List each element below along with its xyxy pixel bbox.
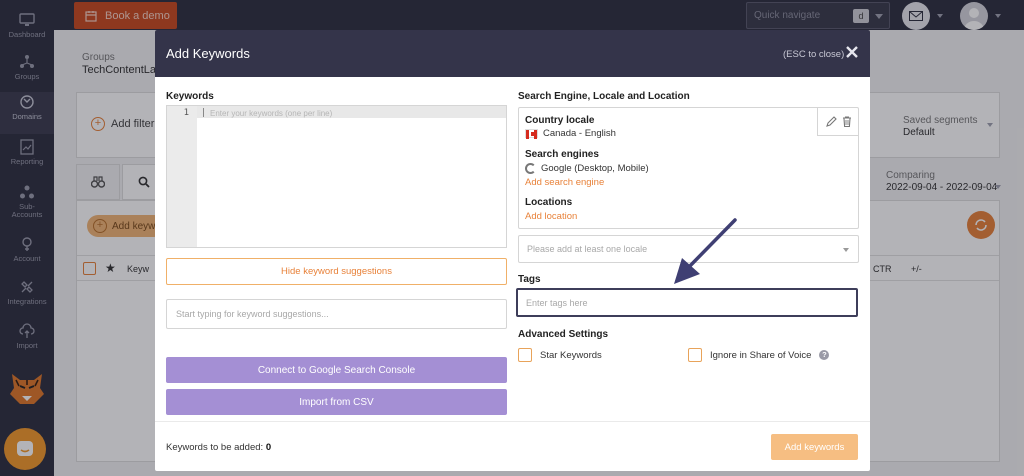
pencil-icon[interactable] [825, 116, 837, 127]
star-keywords-option[interactable]: Star Keywords [518, 348, 602, 362]
keywords-placeholder: Enter your keywords (one per line) [210, 109, 333, 118]
search-engines-text: Google (Desktop, Mobile) [541, 163, 649, 174]
add-location-link[interactable]: Add location [525, 211, 577, 222]
ignore-sov-label: Ignore in Share of Voice [710, 349, 812, 361]
ignore-sov-option[interactable]: Ignore in Share of Voice ? [688, 348, 830, 362]
import-csv-button[interactable]: Import from CSV [166, 389, 507, 415]
add-keywords-modal: Add Keywords (ESC to close) Keywords 1 E… [155, 30, 870, 471]
annotation-arrow-icon [674, 218, 737, 284]
ignore-sov-checkbox[interactable] [688, 348, 702, 362]
locale-card: Country locale Canada - English Search e… [518, 107, 859, 229]
google-icon [525, 163, 536, 174]
locale-card-tools [817, 108, 859, 136]
country-locale-label: Country locale [525, 115, 595, 126]
locations-label: Locations [525, 197, 573, 208]
keywords-editor[interactable]: 1 Enter your keywords (one per line) [166, 105, 507, 248]
country-locale-value: Canada - English [525, 128, 616, 139]
star-keywords-label: Star Keywords [540, 349, 602, 361]
keywords-count: Keywords to be added: 0 [166, 442, 271, 453]
star-keywords-checkbox[interactable] [518, 348, 532, 362]
keywords-label: Keywords [166, 91, 214, 102]
keyword-suggestions-input[interactable]: Start typing for keyword suggestions... [166, 299, 507, 329]
locale-select-placeholder: Please add at least one locale [527, 244, 648, 254]
hide-suggestions-button[interactable]: Hide keyword suggestions [166, 258, 507, 285]
search-engine-section-label: Search Engine, Locale and Location [518, 91, 690, 102]
advanced-settings-label: Advanced Settings [518, 329, 609, 340]
editor-gutter: 1 [167, 106, 197, 247]
search-engines-value: Google (Desktop, Mobile) [525, 163, 649, 174]
chevron-down-icon [843, 248, 849, 252]
keyword-suggestions-placeholder: Start typing for keyword suggestions... [176, 309, 329, 319]
connect-gsc-button[interactable]: Connect to Google Search Console [166, 357, 507, 383]
canada-flag-icon [525, 129, 538, 139]
close-hint: (ESC to close) [783, 49, 845, 60]
tags-label: Tags [518, 274, 541, 285]
help-icon[interactable]: ? [819, 350, 830, 360]
modal-title: Add Keywords [166, 46, 250, 61]
search-engines-label: Search engines [525, 149, 599, 160]
line-number: 1 [183, 108, 189, 118]
text-cursor [203, 108, 204, 117]
tags-placeholder: Enter tags here [526, 297, 588, 308]
keywords-count-label: Keywords to be added: [166, 442, 264, 453]
close-icon[interactable] [845, 45, 859, 59]
keywords-count-value: 0 [265, 442, 272, 453]
trash-icon[interactable] [842, 116, 852, 127]
country-locale-text: Canada - English [543, 128, 616, 139]
footer-divider [155, 421, 870, 422]
add-search-engine-link[interactable]: Add search engine [525, 177, 604, 188]
modal-header: Add Keywords (ESC to close) [155, 30, 870, 77]
add-keywords-submit-button[interactable]: Add keywords [771, 434, 858, 460]
